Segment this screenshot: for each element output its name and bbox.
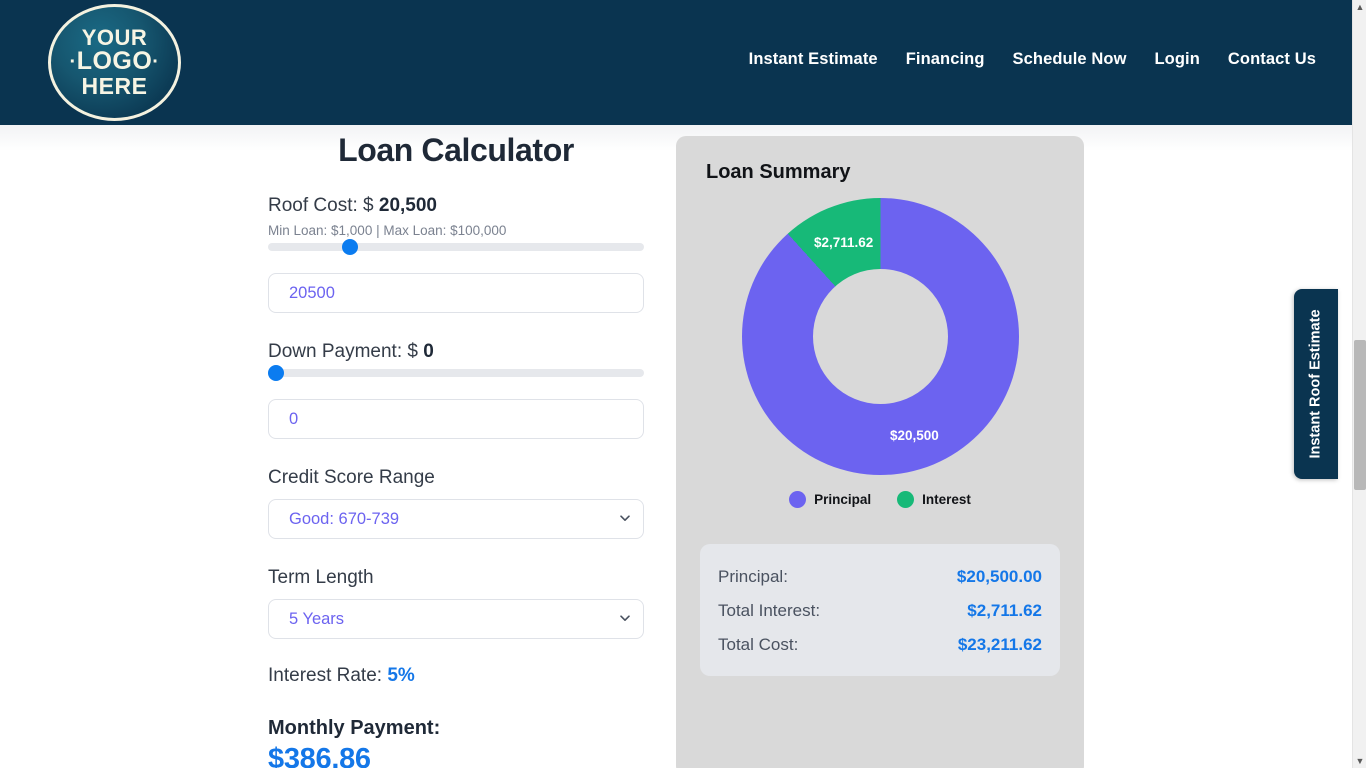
loan-donut-chart: $2,711.62 $20,500 bbox=[742, 198, 1019, 475]
legend-item-principal[interactable]: Principal bbox=[789, 491, 871, 508]
logo-line-2: ·LOGO· bbox=[69, 47, 160, 76]
summary-key-principal: Principal: bbox=[718, 567, 788, 586]
triangle-down-icon: ▼ bbox=[1355, 755, 1365, 766]
monthly-payment-label: Monthly Payment: bbox=[268, 717, 441, 739]
logo-line-2-text: LOGO bbox=[76, 47, 153, 76]
legend-label-interest: Interest bbox=[922, 492, 971, 507]
credit-score-selected-value[interactable]: Good: 670-739 bbox=[268, 499, 644, 539]
table-row: Principal: $20,500.00 bbox=[718, 560, 1042, 594]
legend-item-interest[interactable]: Interest bbox=[897, 491, 971, 508]
legend-color-swatch-interest bbox=[897, 491, 915, 508]
credit-score-select[interactable]: Good: 670-739 bbox=[268, 499, 644, 539]
summary-value-total-interest: $2,711.62 bbox=[967, 601, 1042, 620]
logo[interactable]: YOUR ·LOGO· HERE bbox=[48, 4, 181, 121]
triangle-up-icon: ▲ bbox=[1355, 1, 1365, 12]
interest-rate-label: Interest Rate: bbox=[268, 665, 388, 686]
nav-item-financing[interactable]: Financing bbox=[906, 50, 985, 69]
term-length-label: Term Length bbox=[268, 567, 374, 588]
page-title: Loan Calculator bbox=[338, 132, 574, 168]
summary-key-total-interest: Total Interest: bbox=[718, 601, 821, 620]
down-payment-value: 0 bbox=[423, 341, 434, 362]
scroll-up-arrow[interactable]: ▲ bbox=[1353, 0, 1366, 14]
chart-legend: Principal Interest bbox=[676, 491, 1084, 508]
roof-cost-slider-thumb[interactable] bbox=[341, 239, 358, 255]
legend-label-principal: Principal bbox=[814, 492, 872, 507]
scrollbar-thumb[interactable] bbox=[1354, 340, 1366, 490]
donut-label-interest: $2,711.62 bbox=[814, 235, 874, 250]
nav-item-schedule-now[interactable]: Schedule Now bbox=[1013, 50, 1127, 69]
instant-roof-estimate-tab[interactable]: Instant Roof Estimate bbox=[1294, 289, 1338, 479]
roof-cost-label: Roof Cost: $ 20,500 bbox=[268, 195, 644, 217]
down-payment-label: Down Payment: $ 0 bbox=[268, 341, 644, 363]
credit-score-label: Credit Score Range bbox=[268, 467, 435, 488]
roof-cost-minmax: Min Loan: $1,000 | Max Loan: $100,000 bbox=[268, 223, 507, 238]
interest-rate-line: Interest Rate: 5% bbox=[268, 665, 644, 687]
donut-label-principal: $20,500 bbox=[890, 428, 939, 443]
scroll-down-arrow[interactable]: ▼ bbox=[1353, 754, 1366, 768]
nav-item-login[interactable]: Login bbox=[1155, 50, 1200, 69]
table-row: Total Interest: $2,711.62 bbox=[718, 594, 1042, 628]
roof-cost-slider[interactable] bbox=[268, 239, 644, 255]
term-length-select[interactable]: 5 Years bbox=[268, 599, 644, 639]
nav-item-contact-us[interactable]: Contact Us bbox=[1228, 50, 1316, 69]
summary-value-total-cost: $23,211.62 bbox=[957, 635, 1042, 654]
site-header: YOUR ·LOGO· HERE Instant Estimate Financ… bbox=[0, 0, 1352, 125]
roof-cost-input[interactable] bbox=[268, 273, 644, 313]
main-navigation: Instant Estimate Financing Schedule Now … bbox=[749, 50, 1316, 69]
nav-item-instant-estimate[interactable]: Instant Estimate bbox=[749, 50, 878, 69]
down-payment-input[interactable] bbox=[268, 399, 644, 439]
table-row: Total Cost: $23,211.62 bbox=[718, 628, 1042, 662]
loan-calculator-form: Loan Calculator Roof Cost: $ 20,500 Min … bbox=[268, 132, 644, 768]
summary-key-total-cost: Total Cost: bbox=[718, 635, 799, 654]
monthly-payment-value: $386.86 bbox=[268, 743, 371, 768]
legend-color-swatch-principal bbox=[789, 491, 807, 508]
term-length-selected-value[interactable]: 5 Years bbox=[268, 599, 644, 639]
interest-rate-value: 5% bbox=[387, 665, 415, 686]
logo-line-1: YOUR bbox=[81, 24, 148, 50]
page-root: YOUR ·LOGO· HERE Instant Estimate Financ… bbox=[0, 0, 1366, 768]
down-payment-slider-thumb[interactable] bbox=[268, 365, 284, 381]
roof-cost-value: 20,500 bbox=[378, 195, 438, 216]
loan-summary-panel: Loan Summary $2,711.62 $20,500 Principal… bbox=[676, 136, 1084, 768]
donut-hole bbox=[813, 269, 948, 404]
logo-dot-left: · bbox=[69, 51, 77, 74]
instant-roof-estimate-tab-label: Instant Roof Estimate bbox=[1308, 309, 1325, 459]
summary-value-principal: $20,500.00 bbox=[956, 567, 1042, 586]
down-payment-label-prefix: Down Payment: $ bbox=[268, 341, 424, 362]
logo-line-3: HERE bbox=[81, 72, 148, 99]
down-payment-slider[interactable] bbox=[268, 365, 644, 381]
loan-summary-figures: Principal: $20,500.00 Total Interest: $2… bbox=[700, 544, 1060, 676]
loan-summary-title: Loan Summary bbox=[706, 161, 851, 183]
logo-dot-right: · bbox=[152, 51, 160, 74]
roof-cost-label-prefix: Roof Cost: $ bbox=[268, 195, 379, 216]
page-scrollbar[interactable]: ▲ ▼ bbox=[1352, 0, 1366, 768]
